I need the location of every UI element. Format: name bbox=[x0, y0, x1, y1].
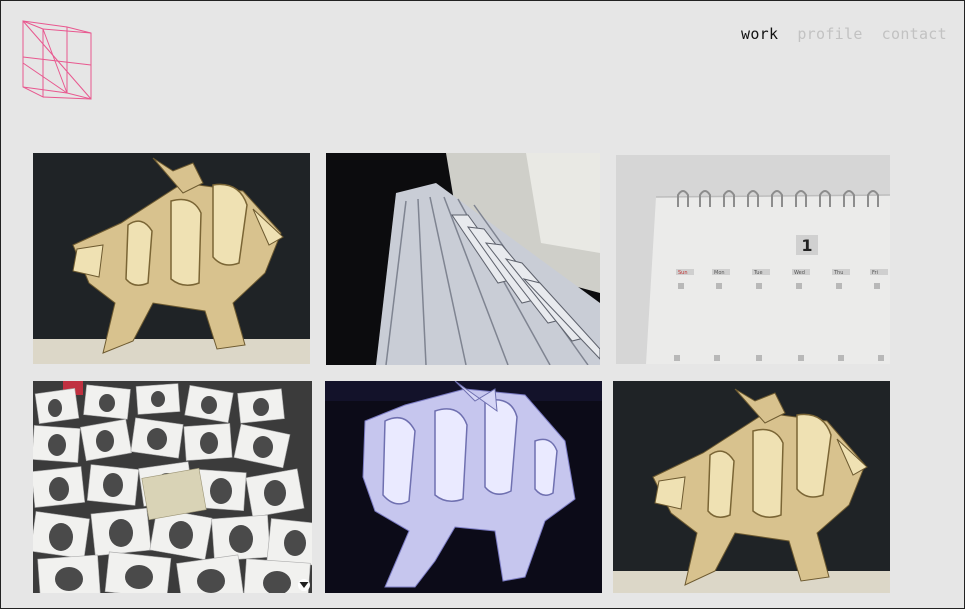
nav-contact-link[interactable]: contact bbox=[882, 25, 947, 43]
paper-sculpture-blue-image bbox=[325, 381, 602, 593]
scroll-down-button[interactable] bbox=[298, 579, 310, 591]
calendar-date: 1 bbox=[801, 236, 812, 255]
wood-sculpture-image bbox=[33, 153, 310, 364]
calendar-weekday: Thu bbox=[833, 270, 843, 276]
chevron-down-icon bbox=[299, 582, 309, 588]
main-nav: work profile contact bbox=[741, 25, 947, 43]
thumbnail-paper-piano[interactable] bbox=[326, 153, 600, 365]
paper-piano-image bbox=[326, 153, 600, 365]
thumbnail-pineapple-drawings[interactable] bbox=[33, 381, 312, 593]
page-frame: work profile contact 1 Sun Mon Tue Wed T… bbox=[0, 0, 965, 609]
thumbnail-wood-sculpture-alt[interactable] bbox=[613, 381, 890, 593]
calendar-weekday: Mon bbox=[714, 270, 725, 276]
nav-profile-link[interactable]: profile bbox=[797, 25, 862, 43]
nav-work-link[interactable]: work bbox=[741, 25, 778, 43]
paper-calendar-image: 1 Sun Mon Tue Wed Thu Fri bbox=[616, 155, 890, 364]
pineapple-drawings-image bbox=[33, 381, 312, 593]
calendar-weekday: Fri bbox=[872, 270, 878, 276]
wood-sculpture-alt-image bbox=[613, 381, 890, 593]
thumbnail-wood-sculpture[interactable] bbox=[33, 153, 310, 364]
thumbnail-paper-sculpture-blue[interactable] bbox=[325, 381, 602, 593]
n-wireframe-logo-icon[interactable] bbox=[21, 19, 94, 101]
calendar-weekday: Sun bbox=[678, 270, 688, 276]
calendar-weekday: Wed bbox=[794, 270, 805, 276]
calendar-weekday: Tue bbox=[753, 270, 763, 276]
thumbnail-paper-calendar[interactable]: 1 Sun Mon Tue Wed Thu Fri bbox=[616, 155, 890, 364]
